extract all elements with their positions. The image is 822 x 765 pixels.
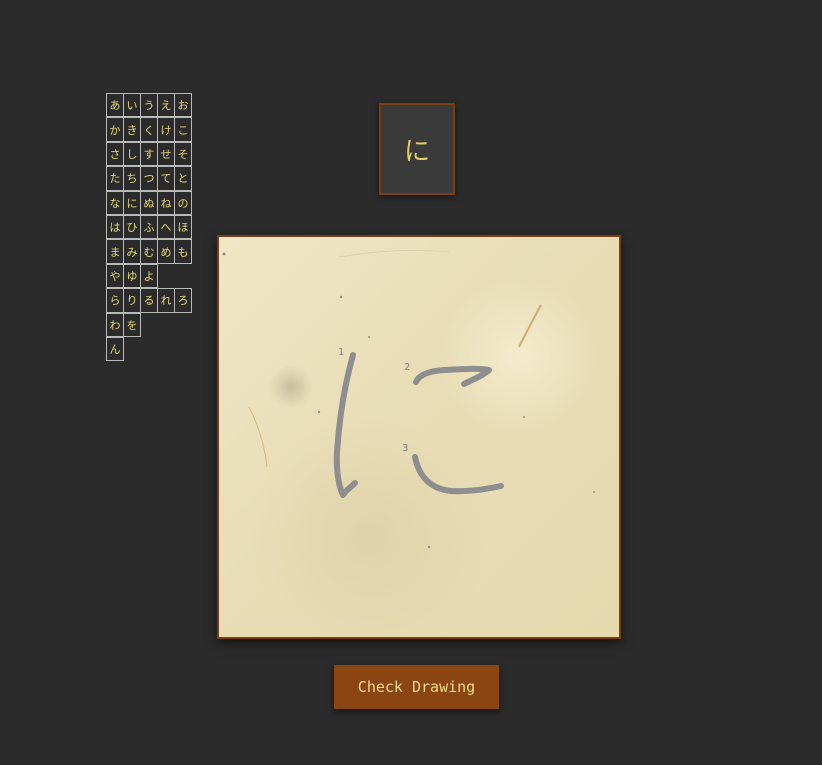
kana-cell[interactable]: や [106, 263, 124, 289]
stroke-number-1: 1 [338, 347, 344, 358]
kana-grid: あいうえおかきくけこさしすせそたちつてとなにぬねのはひふへほまみむめもやゆよらり… [106, 93, 192, 362]
stroke-number-3: 3 [402, 443, 408, 454]
kana-cell[interactable]: ふ [140, 214, 158, 240]
kana-cell[interactable]: る [140, 288, 158, 313]
kana-row: ん [106, 336, 191, 362]
stroke-1 [333, 352, 358, 498]
kana-cell[interactable]: な [106, 190, 124, 215]
kana-cell[interactable]: へ [157, 214, 175, 240]
kana-cell[interactable]: つ [140, 166, 158, 191]
kana-cell[interactable]: ん [106, 336, 124, 362]
kana-row: わを [106, 312, 191, 337]
kana-cell[interactable]: こ [174, 117, 192, 142]
kana-cell[interactable]: み [123, 239, 141, 264]
kana-row: やゆよ [106, 263, 191, 289]
kana-cell[interactable]: り [123, 288, 141, 313]
kana-cell[interactable]: れ [157, 288, 175, 313]
kana-cell[interactable]: の [174, 190, 192, 215]
stroke-guide: 1 2 3 [222, 249, 595, 549]
kana-row: さしすせそ [106, 141, 192, 167]
kana-row: なにぬねの [106, 190, 192, 215]
kana-cell[interactable]: お [174, 93, 192, 118]
kana-row: かきくけこ [106, 117, 192, 142]
paper-texture [222, 249, 595, 549]
kana-cell[interactable]: う [140, 93, 158, 118]
kana-cell[interactable]: ろ [174, 288, 192, 313]
kana-cell[interactable]: く [140, 117, 158, 142]
kana-cell[interactable]: め [157, 239, 175, 264]
kana-cell[interactable]: ね [157, 190, 175, 215]
stroke-3 [412, 454, 504, 495]
kana-cell[interactable]: わ [106, 312, 124, 337]
kana-cell[interactable]: せ [157, 141, 175, 167]
kana-row: はひふへほ [106, 214, 192, 240]
kana-row: あいうえお [106, 93, 192, 118]
kana-cell[interactable]: ほ [174, 214, 192, 240]
kana-cell[interactable]: い [123, 93, 141, 118]
kana-cell[interactable]: む [140, 239, 158, 264]
kana-cell[interactable]: ひ [123, 214, 141, 240]
kana-cell[interactable]: ち [123, 166, 141, 191]
drawing-canvas[interactable]: 1 2 3 [217, 235, 621, 639]
kana-cell[interactable]: ゆ [123, 263, 141, 289]
kana-row: らりるれろ [106, 288, 192, 313]
kana-cell[interactable]: か [106, 117, 124, 142]
kana-cell[interactable]: す [140, 141, 158, 167]
target-character: に [403, 136, 430, 167]
kana-row: たちつてと [106, 166, 192, 191]
kana-cell[interactable]: そ [174, 141, 192, 167]
kana-cell[interactable]: ぬ [140, 190, 158, 215]
kana-cell[interactable]: さ [106, 141, 124, 167]
kana-cell[interactable]: ら [106, 288, 124, 313]
kana-cell[interactable]: き [123, 117, 141, 142]
kana-cell[interactable]: え [157, 93, 175, 118]
kana-cell[interactable]: は [106, 214, 124, 240]
kana-cell[interactable]: ま [106, 239, 124, 264]
stroke-number-2: 2 [404, 362, 410, 373]
stroke-2 [413, 365, 492, 387]
kana-cell[interactable]: て [157, 166, 175, 191]
kana-cell[interactable]: よ [140, 263, 158, 289]
kana-cell[interactable]: あ [106, 93, 124, 118]
kana-cell[interactable]: を [123, 312, 141, 337]
kana-cell[interactable]: た [106, 166, 124, 191]
check-drawing-button[interactable]: Check Drawing [334, 665, 499, 709]
kana-cell[interactable]: し [123, 141, 141, 167]
kana-row: まみむめも [106, 239, 192, 264]
target-character-card: に [379, 103, 455, 195]
kana-cell[interactable]: け [157, 117, 175, 142]
kana-cell[interactable]: も [174, 239, 192, 264]
kana-cell[interactable]: と [174, 166, 192, 191]
kana-cell[interactable]: に [123, 190, 141, 215]
